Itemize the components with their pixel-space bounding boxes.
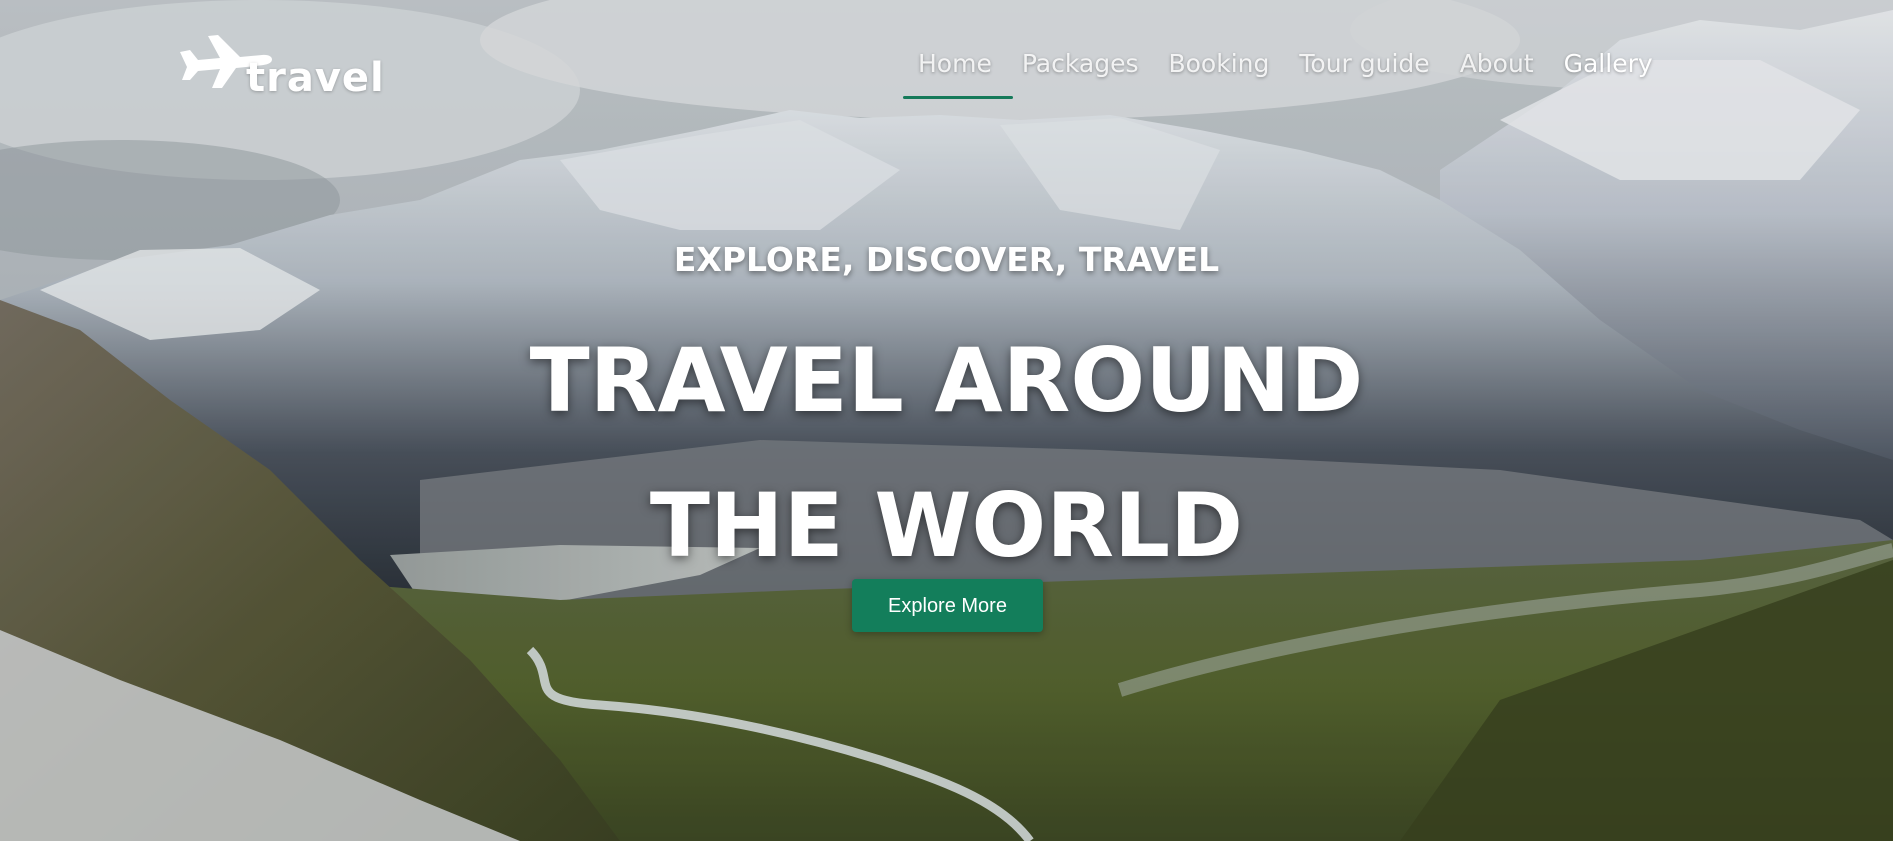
- hero-tagline: EXPLORE, DISCOVER, TRAVEL: [673, 240, 1220, 279]
- hero-headline-line-1: TRAVEL AROUND: [529, 329, 1364, 432]
- hero-headline: TRAVEL AROUND THE WORLD: [0, 308, 1893, 598]
- explore-more-button[interactable]: Explore More: [852, 579, 1043, 632]
- nav-item-gallery[interactable]: Gallery: [1564, 47, 1653, 81]
- hero-section: travel Home Packages Booking Tour guide …: [0, 0, 1893, 841]
- active-nav-indicator: [903, 96, 1013, 99]
- nav-item-packages[interactable]: Packages: [1022, 47, 1139, 81]
- main-nav: Home Packages Booking Tour guide About G…: [918, 44, 1653, 84]
- site-logo[interactable]: travel: [176, 30, 384, 100]
- nav-item-about[interactable]: About: [1460, 47, 1534, 81]
- nav-item-tour-guide[interactable]: Tour guide: [1299, 47, 1429, 81]
- hero-headline-line-2: THE WORLD: [649, 474, 1244, 577]
- logo-text: travel: [246, 55, 385, 101]
- nav-item-booking[interactable]: Booking: [1168, 47, 1269, 81]
- nav-item-home[interactable]: Home: [918, 47, 992, 81]
